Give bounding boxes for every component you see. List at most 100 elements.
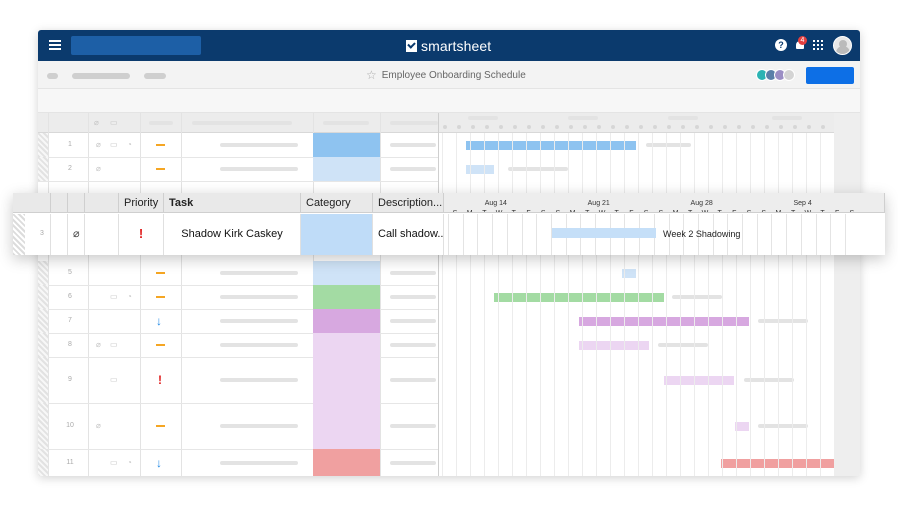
task-placeholder[interactable]	[220, 319, 298, 323]
gantt-bar[interactable]	[735, 422, 749, 431]
task-placeholder[interactable]	[220, 378, 298, 382]
category-cell[interactable]	[313, 309, 380, 333]
row-drag-handle[interactable]	[38, 285, 48, 309]
row-drag-handle[interactable]	[38, 157, 48, 181]
comment-icon[interactable]: ▭	[110, 375, 118, 385]
column-header-description[interactable]: Description...	[373, 193, 444, 213]
column-header-category[interactable]: Category	[301, 193, 373, 213]
category-cell[interactable]	[313, 261, 380, 285]
gantt-day-marker	[471, 125, 475, 129]
nav-placeholder[interactable]	[47, 73, 58, 79]
gantt-bar[interactable]	[552, 228, 656, 238]
description-placeholder[interactable]	[390, 461, 436, 465]
category-cell[interactable]	[313, 133, 380, 157]
paperclip-icon[interactable]: ⌀	[73, 214, 80, 254]
task-placeholder[interactable]	[220, 461, 298, 465]
reminder-icon[interactable]: ◔	[127, 458, 132, 468]
category-cell[interactable]	[313, 333, 380, 357]
row-number: 5	[68, 269, 72, 276]
gantt-day-marker	[793, 125, 797, 129]
attachment-icon[interactable]: ⌀	[96, 340, 101, 350]
row-drag-handle[interactable]	[38, 357, 48, 403]
description-placeholder[interactable]	[390, 424, 436, 428]
search-input[interactable]	[71, 36, 201, 55]
priority-medium-icon[interactable]	[156, 144, 165, 146]
comment-icon[interactable]: ▭	[110, 458, 118, 468]
comment-icon[interactable]: ▭	[110, 292, 118, 302]
gantt-day-line	[610, 133, 611, 476]
category-cell[interactable]	[301, 214, 373, 255]
column-header-task[interactable]: Task	[164, 193, 301, 213]
category-cell[interactable]	[313, 285, 380, 309]
comment-icon[interactable]: ▭	[110, 340, 118, 350]
priority-cell[interactable]: !	[119, 214, 164, 255]
attachment-icon[interactable]: ⌀	[96, 421, 101, 431]
task-placeholder[interactable]	[220, 271, 298, 275]
task-placeholder[interactable]	[220, 167, 298, 171]
task-placeholder[interactable]	[220, 343, 298, 347]
star-icon[interactable]: ☆	[366, 68, 377, 82]
description-placeholder[interactable]	[390, 143, 436, 147]
row-drag-handle[interactable]	[38, 261, 48, 285]
task-placeholder[interactable]	[220, 424, 298, 428]
task-placeholder[interactable]	[220, 143, 298, 147]
priority-high-icon[interactable]: !	[158, 374, 162, 386]
priority-medium-icon[interactable]	[156, 296, 165, 298]
row-drag-handle[interactable]	[38, 333, 48, 357]
task-cell[interactable]: Shadow Kirk Caskey	[164, 214, 301, 255]
category-cell[interactable]	[313, 449, 380, 476]
gantt-bar[interactable]	[664, 376, 734, 385]
user-avatar[interactable]	[833, 36, 852, 55]
category-cell[interactable]	[313, 157, 380, 181]
category-cell[interactable]	[313, 403, 380, 449]
help-icon[interactable]: ?	[775, 39, 787, 51]
share-button[interactable]	[806, 67, 854, 84]
gantt-week-placeholder	[568, 116, 598, 120]
gantt-day-marker	[485, 125, 489, 129]
priority-medium-icon[interactable]	[156, 344, 165, 346]
row-drag-handle[interactable]	[38, 403, 48, 449]
collaborator-avatar[interactable]	[783, 69, 795, 81]
nav-placeholder[interactable]	[144, 73, 166, 79]
priority-low-icon[interactable]: ↓	[156, 315, 162, 327]
gantt-day-marker	[611, 125, 615, 129]
timeline-day-label: W	[698, 204, 712, 212]
row-drag-handle[interactable]	[38, 449, 48, 476]
comment-icon[interactable]: ▭	[110, 140, 118, 150]
reminder-icon[interactable]: ◔	[127, 140, 132, 150]
brand-logo[interactable]: smartsheet	[406, 37, 491, 54]
row-gutter[interactable]: 3	[13, 214, 51, 255]
attachment-icon[interactable]: ⌀	[96, 164, 101, 174]
description-placeholder[interactable]	[390, 167, 436, 171]
gantt-day-marker	[583, 125, 587, 129]
gantt-day-line	[764, 133, 765, 476]
description-placeholder[interactable]	[390, 378, 436, 382]
attachment-cell[interactable]	[51, 214, 68, 255]
reminder-cell[interactable]	[85, 214, 119, 255]
timeline-day-label: S	[757, 204, 771, 212]
description-placeholder[interactable]	[390, 295, 436, 299]
row-drag-handle[interactable]	[38, 309, 48, 333]
description-placeholder[interactable]	[390, 271, 436, 275]
category-cell[interactable]	[313, 357, 380, 403]
priority-medium-icon[interactable]	[156, 168, 165, 170]
row-drag-handle[interactable]	[38, 133, 48, 157]
attachment-icon[interactable]: ⌀	[96, 140, 101, 150]
reminder-icon[interactable]: ◔	[127, 292, 132, 302]
description-placeholder[interactable]	[390, 319, 436, 323]
nav-placeholder[interactable]	[72, 73, 130, 79]
column-header-priority[interactable]: Priority	[119, 193, 164, 213]
priority-low-icon[interactable]: ↓	[156, 457, 162, 469]
description-placeholder[interactable]	[390, 343, 436, 347]
focused-row-card: Priority Task Category Description... Au…	[13, 193, 885, 255]
menu-icon[interactable]	[49, 40, 61, 50]
priority-medium-icon[interactable]	[156, 272, 165, 274]
priority-medium-icon[interactable]	[156, 425, 165, 427]
divider	[438, 113, 439, 476]
timeline-day-line	[830, 214, 832, 255]
comment-cell[interactable]: ⌀	[68, 214, 85, 255]
apps-grid-icon[interactable]	[812, 39, 824, 51]
description-cell[interactable]: Call shadow...	[373, 214, 444, 255]
gantt-bar[interactable]	[579, 317, 749, 326]
task-placeholder[interactable]	[220, 295, 298, 299]
